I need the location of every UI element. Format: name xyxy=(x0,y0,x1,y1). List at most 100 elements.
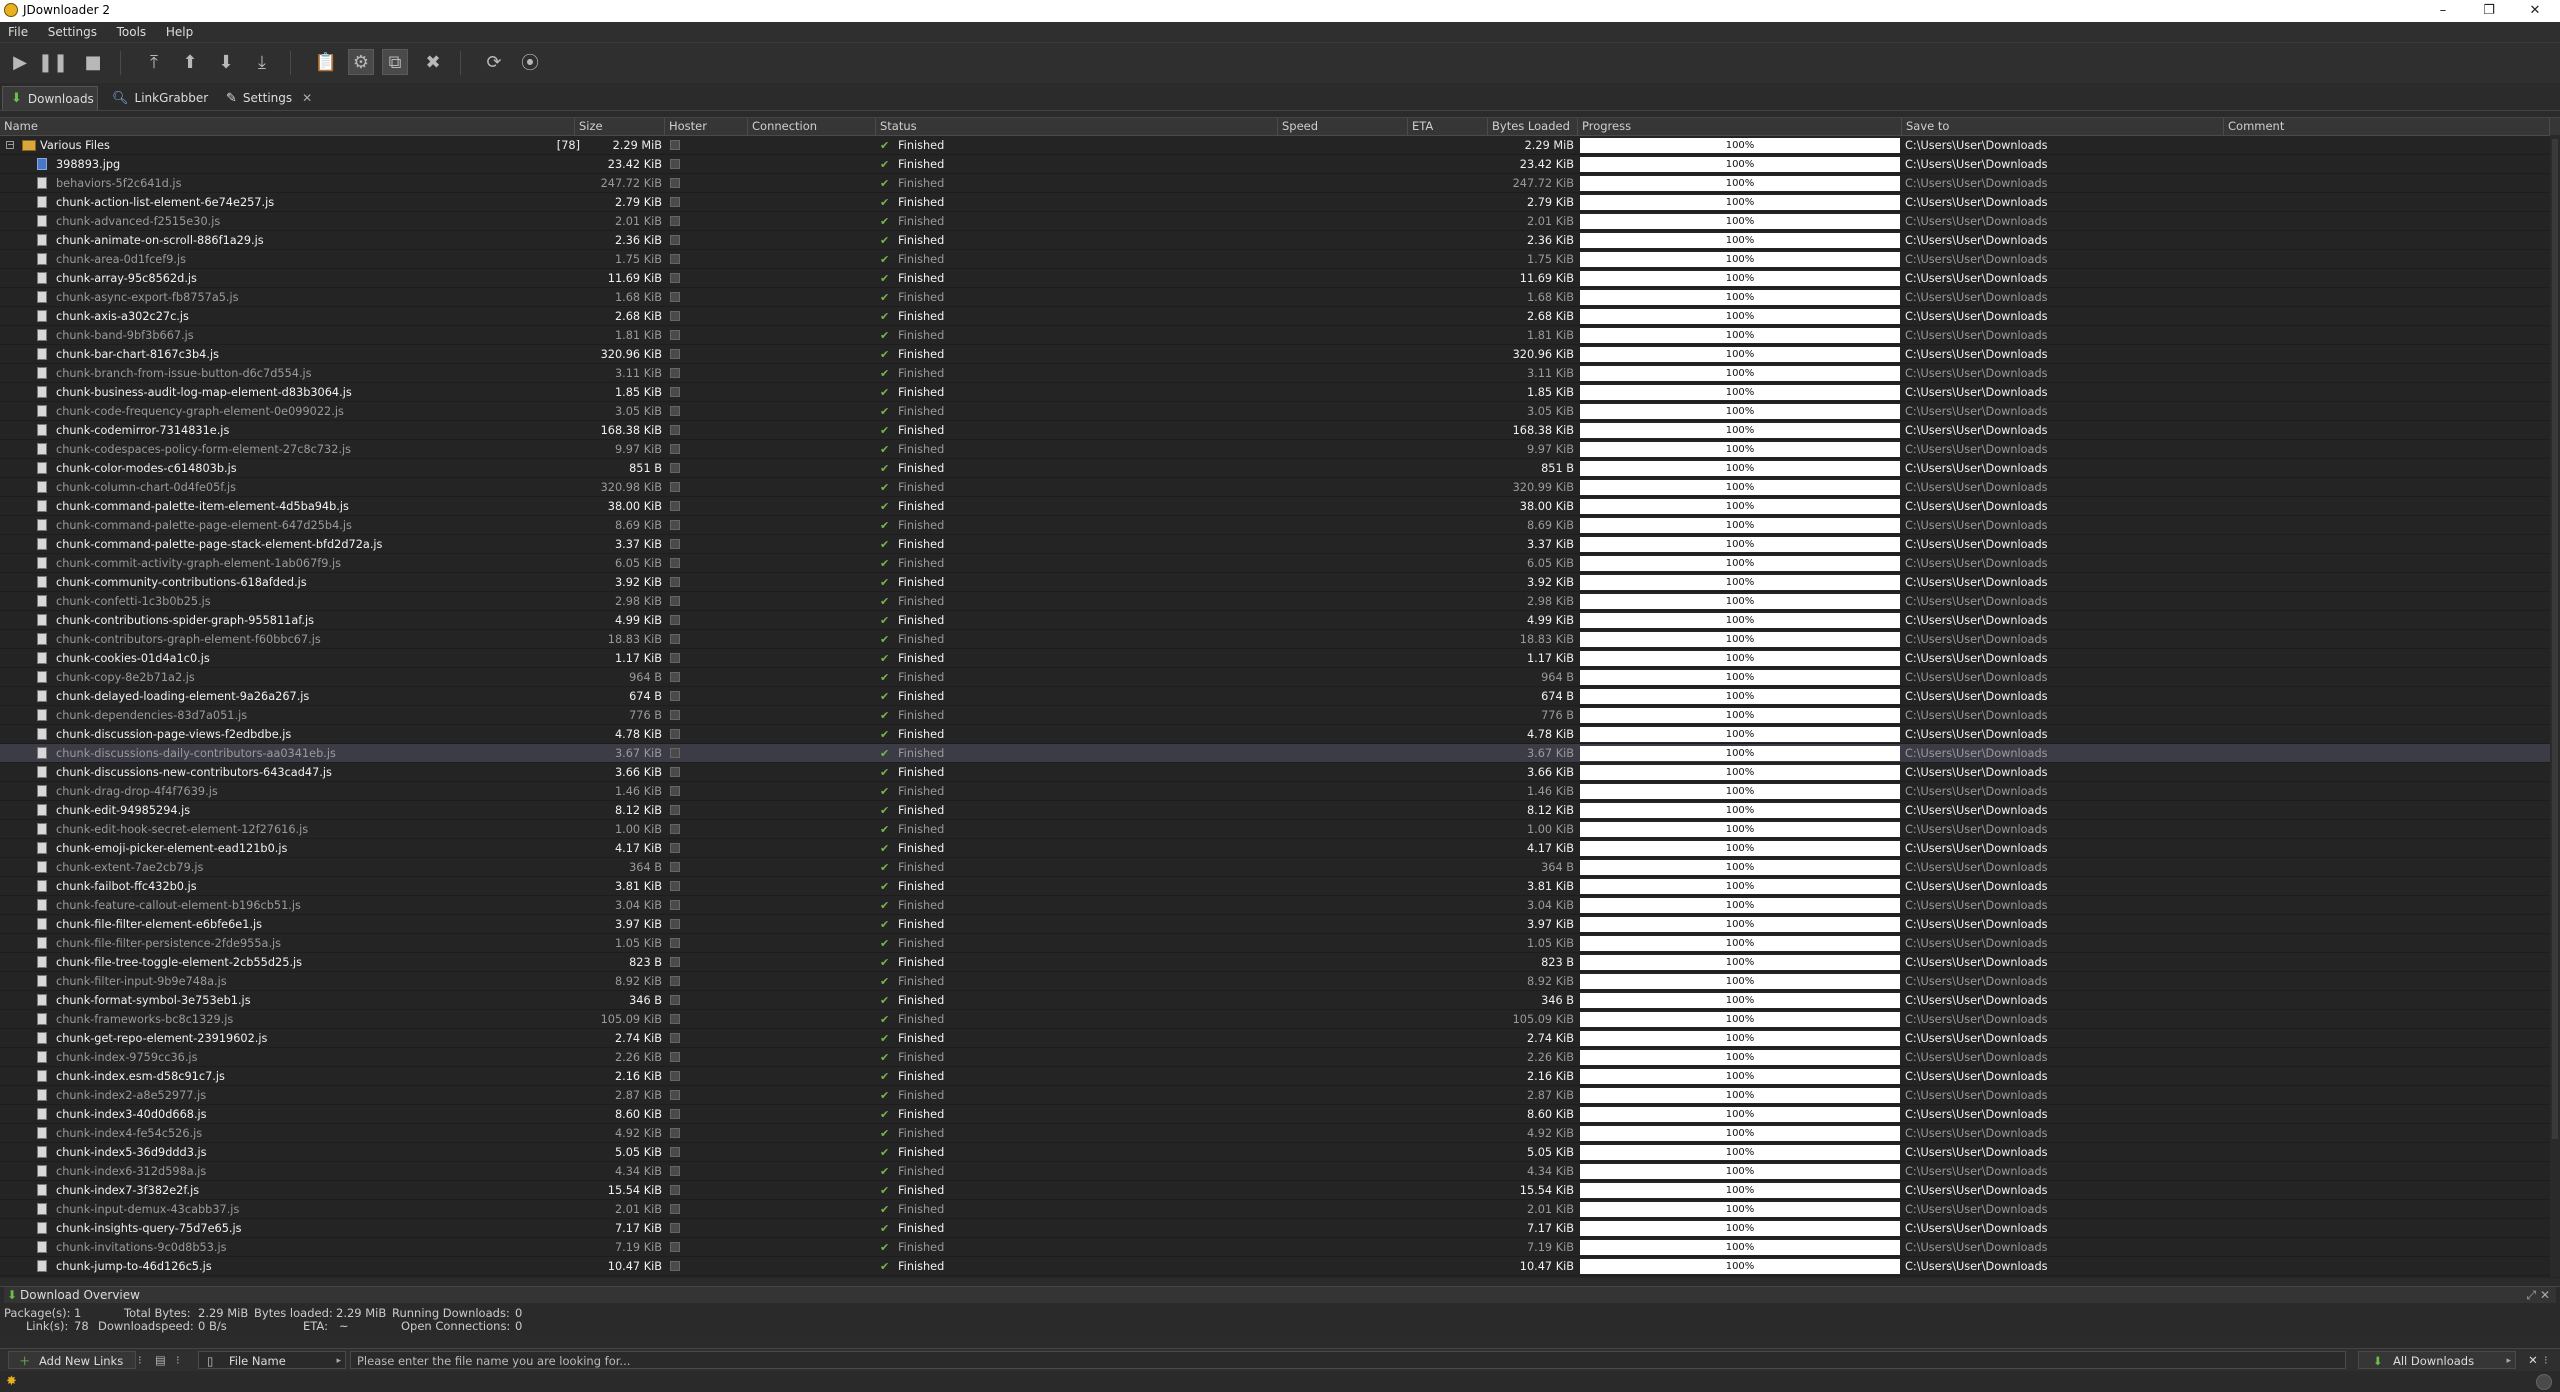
column-bytes-loaded[interactable]: Bytes Loaded xyxy=(1488,118,1578,135)
table-row[interactable]: chunk-file-filter-persistence-2fde955a.j… xyxy=(0,934,2550,953)
table-row[interactable]: chunk-frameworks-bc8c1329.js 105.09 KiB ✔ F… xyxy=(0,1010,2550,1029)
table-row[interactable]: chunk-index-9759cc36.js 2.26 KiB ✔ Finished… xyxy=(0,1048,2550,1067)
table-row[interactable]: chunk-format-symbol-3e753eb1.js 346 B ✔ Fin… xyxy=(0,991,2550,1010)
table-row[interactable]: chunk-discussions-new-contributors-643ca… xyxy=(0,763,2550,782)
tab-linkgrabber[interactable]: 🔍︎ LinkGrabber xyxy=(104,86,216,110)
table-row[interactable]: chunk-index6-312d598a.js 4.34 KiB ✔ Finishe… xyxy=(0,1162,2550,1181)
close-tab-icon[interactable]: ✕ xyxy=(302,91,312,105)
table-row[interactable]: chunk-drag-drop-4f4f7639.js 1.46 KiB ✔ Fini… xyxy=(0,782,2550,801)
clear-list-icon[interactable]: ▤ xyxy=(155,1351,171,1369)
table-row[interactable]: chunk-index2-a8e52977.js 2.87 KiB ✔ Finishe… xyxy=(0,1086,2550,1105)
table-row[interactable]: chunk-file-filter-element-e6bfe6e1.js 3.9… xyxy=(0,915,2550,934)
table-row[interactable]: chunk-animate-on-scroll-886f1a29.js 2.36 … xyxy=(0,231,2550,250)
table-row[interactable]: chunk-color-modes-c614803b.js 851 B ✔ Finis… xyxy=(0,459,2550,478)
table-row[interactable]: chunk-get-repo-element-23919602.js 2.74 K… xyxy=(0,1029,2550,1048)
table-row[interactable]: 398893.jpg 23.42 KiB ✔ Finished 23.42 KiB 100… xyxy=(0,155,2550,174)
table-row[interactable]: chunk-area-0d1fcef9.js 1.75 KiB ✔ Finished 1… xyxy=(0,250,2550,269)
table-row[interactable]: chunk-band-9bf3b667.js 1.81 KiB ✔ Finished 1… xyxy=(0,326,2550,345)
menu-tools[interactable]: Tools xyxy=(109,22,155,39)
table-row[interactable]: chunk-index7-3f382e2f.js 15.54 KiB ✔ Finish… xyxy=(0,1181,2550,1200)
collapse-icon[interactable]: − xyxy=(6,141,14,149)
table-row[interactable]: chunk-array-95c8562d.js 11.69 KiB ✔ Finishe… xyxy=(0,269,2550,288)
table-row[interactable]: chunk-delayed-loading-element-9a26a267.j… xyxy=(0,687,2550,706)
table-row[interactable]: chunk-codespaces-policy-form-element-27c… xyxy=(0,440,2550,459)
reconnect-icon[interactable]: ⟳ xyxy=(481,49,507,75)
table-row[interactable]: chunk-business-audit-log-map-element-d83… xyxy=(0,383,2550,402)
table-row[interactable]: chunk-contributors-graph-element-f60bbc6… xyxy=(0,630,2550,649)
column-save-to[interactable]: Save to xyxy=(1902,118,2224,135)
table-row[interactable]: chunk-axis-a302c27c.js 2.68 KiB ✔ Finished 2… xyxy=(0,307,2550,326)
table-row[interactable]: chunk-edit-hook-secret-element-12f27616.… xyxy=(0,820,2550,839)
table-row[interactable]: chunk-insights-query-75d7e65.js 7.17 KiB ✔… xyxy=(0,1219,2550,1238)
table-row[interactable]: chunk-index.esm-d58c91c7.js 2.16 KiB ✔ Fini… xyxy=(0,1067,2550,1086)
tab-settings[interactable]: ✎ Settings ✕ xyxy=(218,86,322,110)
stop-downloads-icon[interactable]: ■ xyxy=(80,49,106,75)
table-row[interactable]: chunk-jump-to-46d126c5.js 10.47 KiB ✔ Finis… xyxy=(0,1257,2550,1276)
settings-dropdown-icon[interactable]: ⁝ xyxy=(2544,1351,2556,1369)
column-size[interactable]: Size xyxy=(575,118,665,135)
search-input[interactable]: Please enter the file name you are looki… xyxy=(350,1351,2346,1369)
table-row[interactable]: behaviors-5f2c641d.js 247.72 KiB ✔ Finished… xyxy=(0,174,2550,193)
menu-settings[interactable]: Settings xyxy=(40,22,105,39)
maximize-button[interactable]: ❐ xyxy=(2466,0,2512,22)
column-progress[interactable]: Progress xyxy=(1578,118,1902,135)
close-window-button[interactable]: ✕ xyxy=(2512,0,2558,22)
auto-reconnect-icon[interactable]: ⚙ xyxy=(348,49,374,75)
table-row[interactable]: chunk-discussion-page-views-f2edbdbe.js 4… xyxy=(0,725,2550,744)
table-row[interactable]: chunk-index4-fe54c526.js 4.92 KiB ✔ Finishe… xyxy=(0,1124,2550,1143)
table-row[interactable]: chunk-confetti-1c3b0b25.js 2.98 KiB ✔ Finis… xyxy=(0,592,2550,611)
table-row[interactable]: chunk-community-contributions-618afded.j… xyxy=(0,573,2550,592)
column-name[interactable]: Name xyxy=(0,118,575,135)
vertical-scrollbar[interactable] xyxy=(2550,135,2560,1277)
table-row[interactable]: chunk-copy-8e2b71a2.js 964 B ✔ Finished 964 … xyxy=(0,668,2550,687)
table-row[interactable]: chunk-command-palette-item-element-4d5ba… xyxy=(0,497,2550,516)
table-row[interactable]: chunk-cookies-01d4a1c0.js 1.17 KiB ✔ Finish… xyxy=(0,649,2550,668)
table-row[interactable]: chunk-invitations-9c0d8b53.js 7.19 KiB ✔ Fi… xyxy=(0,1238,2550,1257)
table-row[interactable]: chunk-column-chart-0d4fe05f.js 320.98 KiB… xyxy=(0,478,2550,497)
quick-settings-icon[interactable]: ✕ xyxy=(2524,1351,2542,1369)
panel-splitter[interactable] xyxy=(0,1278,2560,1284)
pause-downloads-icon[interactable]: ❚❚ xyxy=(38,49,68,75)
table-row[interactable]: chunk-dependencies-83d7a051.js 776 B ✔ Fini… xyxy=(0,706,2550,725)
table-row[interactable]: chunk-filter-input-9b9e748a.js 8.92 KiB ✔ F… xyxy=(0,972,2550,991)
menu-help[interactable]: Help xyxy=(158,22,201,39)
add-links-dropdown-icon[interactable]: ⁝ xyxy=(138,1351,148,1369)
view-filter-select[interactable]: ⬇ All Downloads ▸ xyxy=(2358,1351,2516,1369)
table-row[interactable]: chunk-edit-94985294.js 8.12 KiB ✔ Finished 8… xyxy=(0,801,2550,820)
tab-downloads[interactable]: ⬇ Downloads xyxy=(2,86,98,110)
table-row[interactable]: chunk-feature-callout-element-b196cb51.j… xyxy=(0,896,2550,915)
table-row[interactable]: chunk-command-palette-page-element-647d2… xyxy=(0,516,2550,535)
column-comment[interactable]: Comment xyxy=(2224,118,2550,135)
move-up-icon[interactable]: ⬆ xyxy=(177,49,203,75)
column-eta[interactable]: ETA xyxy=(1408,118,1488,135)
table-row[interactable]: chunk-command-palette-page-stack-element… xyxy=(0,535,2550,554)
globe-icon[interactable] xyxy=(2536,1374,2552,1390)
add-new-links-button[interactable]: ＋ Add New Links xyxy=(8,1351,136,1369)
table-row[interactable]: chunk-index3-40d0d668.js 8.60 KiB ✔ Finishe… xyxy=(0,1105,2550,1124)
table-row[interactable]: chunk-input-demux-43cabb37.js 2.01 KiB ✔ Fi… xyxy=(0,1200,2550,1219)
package-row[interactable]: − Various Files [78] 2.29 MiB ✔ Finished 2.29 … xyxy=(0,136,2550,155)
premium-toggle-icon[interactable]: ⧉ xyxy=(382,49,408,75)
move-to-bottom-icon[interactable]: ⤓ xyxy=(249,49,275,75)
table-row[interactable]: chunk-async-export-fb8757a5.js 1.68 KiB ✔ F… xyxy=(0,288,2550,307)
table-row[interactable]: chunk-failbot-ffc432b0.js 3.81 KiB ✔ Finish… xyxy=(0,877,2550,896)
table-row[interactable]: chunk-bar-chart-8167c3b4.js 320.96 KiB ✔ Fi… xyxy=(0,345,2550,364)
table-row[interactable]: chunk-advanced-f2515e30.js 2.01 KiB ✔ Finis… xyxy=(0,212,2550,231)
move-down-icon[interactable]: ⬇ xyxy=(213,49,239,75)
clear-dropdown-icon[interactable]: ⁝ xyxy=(176,1351,186,1369)
search-type-select[interactable]: ▯ File Name ▸ xyxy=(198,1351,346,1369)
table-row[interactable]: chunk-emoji-picker-element-ead121b0.js 4.… xyxy=(0,839,2550,858)
update-icon[interactable]: ⦿ xyxy=(517,49,543,75)
menu-file[interactable]: File xyxy=(0,22,36,39)
silent-mode-icon[interactable]: ✖ xyxy=(420,49,446,75)
table-row[interactable]: chunk-file-tree-toggle-element-2cb55d25.… xyxy=(0,953,2550,972)
undock-icon[interactable]: ⤢ xyxy=(2526,1287,2536,1303)
column-speed[interactable]: Speed xyxy=(1278,118,1408,135)
start-downloads-icon[interactable]: ▶ xyxy=(7,49,33,75)
table-row[interactable]: chunk-discussions-daily-contributors-aa0… xyxy=(0,744,2550,763)
table-row[interactable]: chunk-branch-from-issue-button-d6c7d554.… xyxy=(0,364,2550,383)
table-row[interactable]: chunk-index5-36d9ddd3.js 5.05 KiB ✔ Finishe… xyxy=(0,1143,2550,1162)
table-row[interactable]: chunk-codemirror-7314831e.js 168.38 KiB ✔ F… xyxy=(0,421,2550,440)
column-hoster[interactable]: Hoster xyxy=(665,118,748,135)
close-overview-icon[interactable]: ✕ xyxy=(2540,1287,2550,1303)
